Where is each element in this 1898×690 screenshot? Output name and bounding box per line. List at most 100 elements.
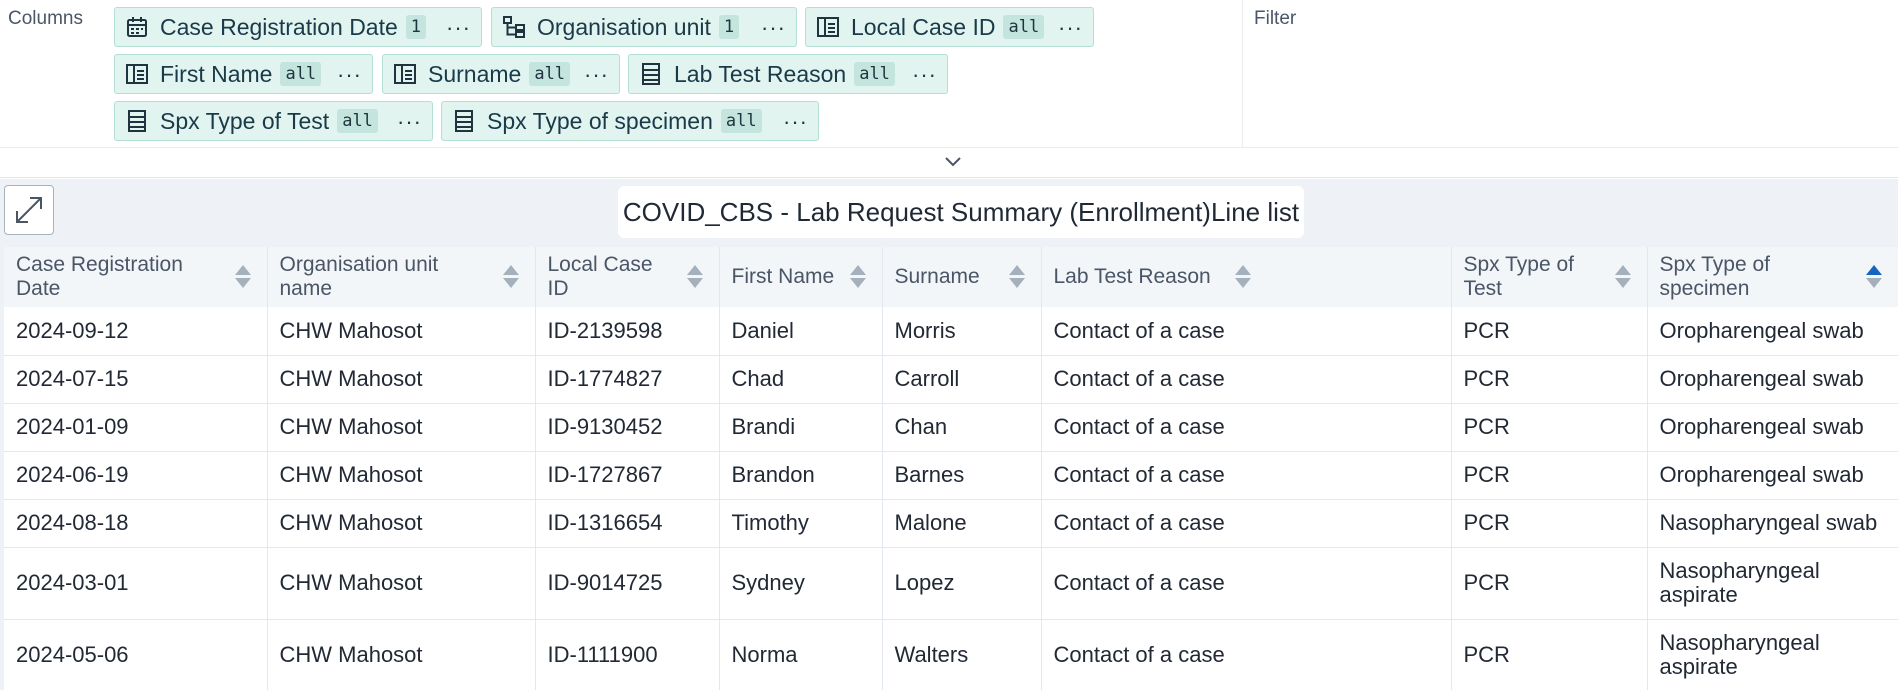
data-element-icon — [816, 15, 840, 39]
option-set-icon — [452, 109, 476, 133]
table-cell: Oropharengeal swab — [1647, 451, 1898, 500]
column-header[interactable]: Local Case ID — [535, 247, 720, 307]
chip-badge: all — [280, 62, 322, 86]
table-cell: ID-1111900 — [535, 619, 720, 690]
chip-label: Surname — [428, 60, 522, 87]
table-cell: Contact of a case — [1041, 403, 1452, 452]
table-cell: ID-1774827 — [535, 355, 720, 404]
table-cell: Nasopharyngeal swab — [1647, 499, 1898, 548]
table-cell: PCR — [1451, 451, 1648, 500]
table-row[interactable]: 2024-03-01 CHW Mahosot ID-9014725 Sydney Lop… — [4, 547, 1898, 620]
column-header-label: Local Case ID — [547, 253, 653, 300]
data-element-icon — [125, 62, 149, 86]
chip-lab-test-reason[interactable]: Lab Test Reason all ··· — [628, 54, 948, 94]
table-cell: Contact of a case — [1041, 547, 1452, 620]
table-cell: CHW Mahosot — [267, 307, 536, 356]
table-row[interactable]: 2024-08-18 CHW Mahosot ID-1316654 Timothy Ma… — [4, 499, 1898, 548]
chip-menu-button[interactable]: ··· — [1058, 15, 1083, 41]
chip-label: Spx Type of specimen — [487, 107, 713, 134]
table-cell: Timothy — [719, 499, 883, 548]
table-cell: ID-2139598 — [535, 307, 720, 356]
table-cell: PCR — [1451, 619, 1648, 690]
column-header-label: Case Registration Date — [16, 253, 183, 300]
chip-local-case-id[interactable]: Local Case ID all ··· — [805, 7, 1094, 47]
chip-menu-button[interactable]: ··· — [912, 62, 937, 88]
chip-surname[interactable]: Surname all ··· — [382, 54, 620, 94]
table-cell: Malone — [882, 499, 1042, 548]
chip-spx-type-of-test[interactable]: Spx Type of Test all ··· — [114, 101, 433, 141]
chip-menu-button[interactable]: ··· — [337, 62, 362, 88]
chip-case-registration-date[interactable]: Case Registration Date 1 ··· — [114, 7, 482, 47]
chevron-down-icon — [945, 157, 961, 167]
table-cell: Chan — [882, 403, 1042, 452]
table-cell: ID-9014725 — [535, 547, 720, 620]
column-header[interactable]: First Name — [719, 247, 883, 307]
table-cell: ID-1316654 — [535, 499, 720, 548]
chip-label: Case Registration Date — [160, 13, 398, 40]
chip-badge: all — [529, 62, 571, 86]
line-list-table: Case Registration Date Organisation unit… — [4, 247, 1898, 690]
table-cell: Nasopharyngeal aspirate — [1647, 619, 1898, 690]
columns-axis-title: Columns — [8, 8, 83, 29]
table-cell: 2024-06-19 — [4, 451, 268, 500]
chip-badge: 1 — [718, 15, 740, 39]
chip-menu-button[interactable]: ··· — [446, 15, 471, 41]
chip-menu-button[interactable]: ··· — [397, 109, 422, 135]
chip-menu-button[interactable]: ··· — [761, 15, 786, 41]
layout-collapse-bar[interactable] — [0, 148, 1898, 178]
table-cell: Nasopharyngeal aspirate — [1647, 547, 1898, 620]
column-header-label: Organisation unit name — [279, 253, 439, 300]
sort-icon[interactable] — [234, 265, 251, 289]
table-row[interactable]: 2024-06-19 CHW Mahosot ID-1727867 Brandon Ba… — [4, 451, 1898, 500]
fullscreen-toggle-button[interactable] — [4, 185, 54, 235]
chip-organisation-unit[interactable]: Organisation unit 1 ··· — [491, 7, 797, 47]
org-tree-icon — [502, 15, 526, 39]
data-element-icon — [393, 62, 417, 86]
sort-icon[interactable] — [1614, 265, 1631, 289]
table-cell: 2024-03-01 — [4, 547, 268, 620]
table-row[interactable]: 2024-09-12 CHW Mahosot ID-2139598 Daniel Mor… — [4, 307, 1898, 356]
axis-divider — [1242, 0, 1243, 148]
table-cell: 2024-05-06 — [4, 619, 268, 690]
chip-menu-button[interactable]: ··· — [584, 62, 609, 88]
column-header[interactable]: Organisation unit name — [267, 247, 536, 307]
column-header-sorted[interactable]: Spx Type of specimen — [1647, 247, 1898, 307]
sort-ascending-icon[interactable] — [1865, 265, 1882, 289]
table-cell: CHW Mahosot — [267, 619, 536, 690]
sort-icon[interactable] — [502, 265, 519, 289]
chip-menu-button[interactable]: ··· — [783, 109, 808, 135]
layout-panel: Columns Filter Case Registration Date 1 … — [0, 0, 1898, 148]
chip-badge: 1 — [405, 15, 427, 39]
column-header[interactable]: Case Registration Date — [4, 247, 268, 307]
column-header[interactable]: Spx Type of Test — [1451, 247, 1648, 307]
chip-label: Spx Type of Test — [160, 107, 330, 134]
table-cell: Oropharengeal swab — [1647, 355, 1898, 404]
table-row[interactable]: 2024-01-09 CHW Mahosot ID-9130452 Brandi Cha… — [4, 403, 1898, 452]
column-header-label: Lab Test Reason — [1053, 265, 1211, 288]
table-cell: PCR — [1451, 307, 1648, 356]
table-cell: PCR — [1451, 355, 1648, 404]
column-header-label: First Name — [731, 265, 835, 288]
sort-icon[interactable] — [1008, 265, 1025, 289]
chip-first-name[interactable]: First Name all ··· — [114, 54, 373, 94]
sort-icon[interactable] — [1234, 265, 1251, 289]
column-header[interactable]: Lab Test Reason — [1041, 247, 1452, 307]
chip-spx-type-of-specimen[interactable]: Spx Type of specimen all ··· — [441, 101, 819, 141]
table-row[interactable]: 2024-07-15 CHW Mahosot ID-1774827 Chad Carro… — [4, 355, 1898, 404]
table-cell: Walters — [882, 619, 1042, 690]
table-cell: PCR — [1451, 403, 1648, 452]
table-cell: 2024-01-09 — [4, 403, 268, 452]
column-header-label: Spx Type of specimen — [1659, 253, 1771, 300]
chip-label: Local Case ID — [851, 13, 996, 40]
chip-label: Organisation unit — [537, 13, 711, 40]
table-cell: Chad — [719, 355, 883, 404]
table-cell: Sydney — [719, 547, 883, 620]
chip-badge: all — [1003, 15, 1045, 39]
option-set-icon — [639, 62, 663, 86]
sort-icon[interactable] — [849, 265, 866, 289]
table-row[interactable]: 2024-05-06 CHW Mahosot ID-1111900 Norma Walt… — [4, 619, 1898, 690]
table-cell: PCR — [1451, 499, 1648, 548]
column-header[interactable]: Surname — [882, 247, 1042, 307]
sort-icon[interactable] — [686, 265, 703, 289]
column-header-label: Surname — [894, 265, 980, 288]
